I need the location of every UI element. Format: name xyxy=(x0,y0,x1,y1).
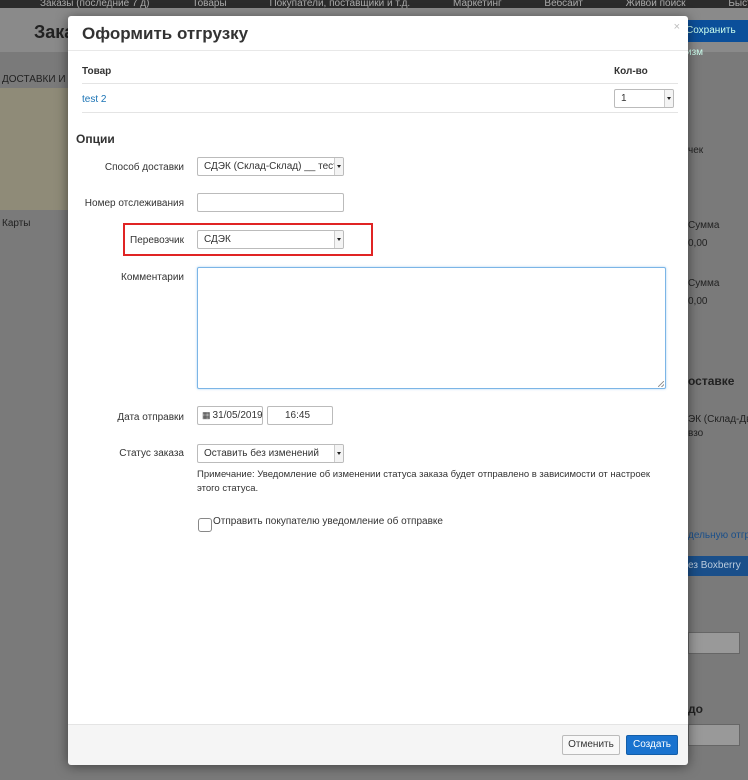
quantity-value: 1 xyxy=(621,93,627,104)
top-nav: Заказы (последние 7 д) Товары Покупатели… xyxy=(0,0,748,8)
nav-item-customers: Покупатели, поставщики и т.д. xyxy=(269,0,411,8)
table-divider xyxy=(82,112,678,113)
carrier-select[interactable]: СДЭК xyxy=(197,230,344,249)
modal-header: Оформить отгрузку × xyxy=(68,16,688,51)
order-status-label: Статус заказа xyxy=(119,448,184,459)
notify-customer-checkbox[interactable] xyxy=(198,518,212,532)
tracking-number-input[interactable] xyxy=(197,193,344,212)
chevron-down-icon xyxy=(334,445,343,462)
background-text: дельную отгру xyxy=(688,530,748,541)
chevron-down-icon xyxy=(334,231,343,248)
nav-item-website: Вебсайт xyxy=(544,0,583,8)
column-header-qty: Кол-во xyxy=(614,66,648,77)
background-text: Сумма xyxy=(688,220,720,231)
modal-title: Оформить отгрузку xyxy=(82,24,249,43)
nav-item-live-search: Живой поиск xyxy=(625,0,686,8)
calendar-icon: ▦ xyxy=(202,410,211,420)
carrier-value: СДЭК xyxy=(204,234,231,245)
comments-textarea[interactable] xyxy=(197,267,666,389)
close-icon[interactable]: × xyxy=(674,21,680,33)
carrier-label: Перевозчик xyxy=(130,235,184,246)
background-text: чек xyxy=(688,145,704,156)
background-select xyxy=(688,632,740,654)
nav-item-orders: Заказы (последние 7 д) xyxy=(40,0,150,8)
comments-label: Комментарии xyxy=(121,272,184,283)
product-link[interactable]: test 2 xyxy=(82,94,106,105)
background-map xyxy=(0,88,68,210)
background-map-tab: Карты xyxy=(2,218,31,229)
background-text: ЭК (Склад-Две xyxy=(688,414,748,425)
background-text: до xyxy=(688,702,703,716)
order-status-value: Оставить без изменений xyxy=(204,448,319,459)
delivery-method-label: Способ доставки xyxy=(104,162,184,173)
background-text: 0,00 xyxy=(688,238,708,249)
background-text: Сумма xyxy=(688,278,720,289)
ship-date-input[interactable]: ▦ 31/05/2019 xyxy=(197,406,263,425)
cancel-button[interactable]: Отменить xyxy=(562,735,620,755)
notify-customer-label[interactable]: Отправить покупателю уведомление об отпр… xyxy=(213,516,443,527)
order-status-select[interactable]: Оставить без изменений xyxy=(197,444,344,463)
resize-handle[interactable] xyxy=(658,381,664,387)
create-button[interactable]: Создать xyxy=(626,735,678,755)
ship-date-value: 31/05/2019 xyxy=(212,410,263,421)
modal-footer: Отменить Создать xyxy=(68,724,688,765)
column-header-product: Товар xyxy=(82,66,112,77)
ship-time-value: 16:45 xyxy=(285,410,311,421)
table-divider xyxy=(82,83,678,84)
nav-item-quick-menu: Быстрое меню xyxy=(728,0,748,8)
background-text: 0,00 xyxy=(688,296,708,307)
delivery-method-value: СДЭК (Склад-Склад) __ тесто xyxy=(204,161,344,172)
nav-item-products: Товары xyxy=(192,0,227,8)
quantity-select[interactable]: 1 xyxy=(614,89,674,108)
chevron-down-icon xyxy=(664,90,673,107)
background-text: взо xyxy=(688,428,704,439)
background-select xyxy=(688,724,740,746)
options-title: Опции xyxy=(76,132,115,146)
tracking-number-label: Номер отслеживания xyxy=(84,198,184,209)
background-save-button: Сохранить изм xyxy=(680,20,748,58)
background-boxberry-button: ез Boxberry xyxy=(684,556,748,576)
create-shipment-modal: Оформить отгрузку × Товар Кол-во test 2 … xyxy=(68,16,688,765)
ship-date-label: Дата отправки xyxy=(117,412,184,423)
nav-item-marketing: Маркетинг xyxy=(453,0,502,8)
order-status-note: Примечание: Уведомление об изменении ста… xyxy=(197,469,651,494)
background-text: оставке xyxy=(688,374,735,388)
ship-time-input[interactable]: 16:45 xyxy=(267,406,333,425)
delivery-method-select[interactable]: СДЭК (Склад-Склад) __ тесто xyxy=(197,157,344,176)
chevron-down-icon xyxy=(334,158,343,175)
